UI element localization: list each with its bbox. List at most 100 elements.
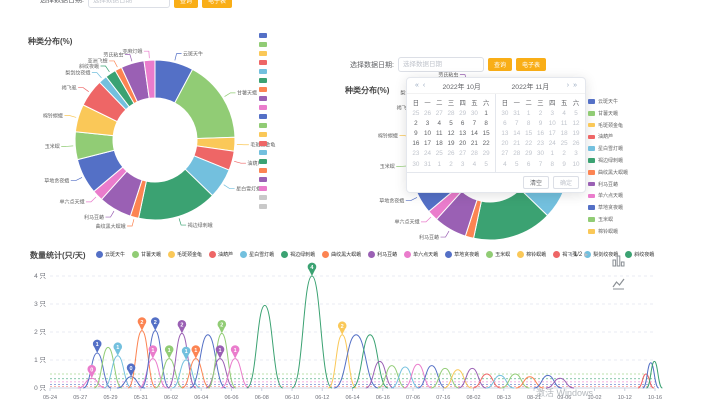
pie-slice-label: 梨剑纹夜蛾 [65,69,90,76]
calendar-day[interactable]: 14 [469,128,481,138]
calendar-day[interactable]: 16 [410,139,422,149]
legend-item[interactable]: 星白雪灯蛾 [240,251,274,258]
pie-slice-label: 单六点天蛾 [59,199,84,206]
line-series [403,363,433,389]
legend-swatch[interactable] [259,177,267,182]
legend-swatch[interactable] [259,204,267,209]
next-year-icon[interactable]: » [571,82,579,89]
legend-item[interactable]: 曲纹黑大螟蛾 [322,251,361,258]
legend-swatch[interactable] [259,123,267,128]
legend-item[interactable]: 棉铃螟蛾 [517,251,546,258]
calendar-day[interactable]: 4 [433,118,445,128]
legend-swatch[interactable] [259,141,267,146]
calendar-day[interactable]: 20 [457,139,469,149]
calendar-day[interactable]: 11 [433,128,445,138]
calendar-month-october: 日一二三四五六 25 26 27 28 29 30 1 2 3 4 5 6 7 8 9 10 11 12 13 14 15… [407,94,496,173]
x-axis-tick: 10-02 [587,395,601,401]
calendar-day[interactable]: 3 [422,118,434,128]
legend-item[interactable]: 油葫芦 [209,251,233,258]
export-button[interactable]: 电子表 [201,0,232,8]
legend-swatch[interactable] [259,195,267,200]
legend-item[interactable]: 云斑天牛 [588,98,628,105]
legend-label: 利马豆蝽 [598,181,619,188]
calendar-day[interactable]: 12 [445,128,457,138]
legend-item[interactable]: 利马豆蝽 [368,251,397,258]
legend-swatch[interactable] [259,42,267,47]
legend-prev-icon[interactable]: ◀ [568,252,572,258]
legend-item[interactable]: 草地贪夜蛾 [445,251,479,258]
calendar-day[interactable]: 8 [480,118,492,128]
legend-item[interactable]: 玉米螟 [588,216,628,223]
prev-year-icon[interactable]: « [413,82,421,89]
legend-swatch[interactable] [259,105,267,110]
calendar-day[interactable]: 1 [480,108,492,118]
legend-item[interactable]: 单六点天蛾 [404,251,438,258]
calendar-day[interactable]: 6 [457,118,469,128]
legend-item[interactable]: 星白雪灯蛾 [588,145,628,152]
calendar-day[interactable]: 19 [445,139,457,149]
calendar-day: 12 [572,119,580,127]
legend-item[interactable]: 棉铃螟蛾 [588,228,628,235]
legend-item[interactable]: 草地贪夜蛾 [588,204,628,211]
legend-swatch[interactable] [259,87,267,92]
calendar-day[interactable]: 2 [410,118,422,128]
legend-swatch[interactable] [259,150,267,155]
date-input[interactable] [87,0,170,8]
calendar-day[interactable]: 22 [480,139,492,149]
legend-item[interactable]: 褐边绿刺蛾 [588,157,628,164]
calendar-day[interactable]: 18 [433,139,445,149]
legend-item[interactable]: 毛斑颈金龟 [588,122,628,129]
legend-label: 利马豆蝽 [377,252,398,258]
legend-swatch[interactable] [259,51,267,56]
data-point-pin: 1 [230,345,240,359]
clear-button[interactable]: 清空 [522,176,549,190]
calendar-day: 25 [435,150,443,158]
legend-swatch[interactable] [259,114,267,119]
legend-swatch[interactable] [259,69,267,74]
legend-swatch[interactable] [259,159,267,164]
legend-item[interactable]: 曲纹黑大螟蛾 [588,169,628,176]
legend-swatch[interactable] [259,132,267,137]
calendar-day[interactable]: 9 [410,128,422,138]
line-series [189,334,227,389]
calendar-day[interactable]: 21 [469,139,481,149]
svg-text:1: 1 [96,342,99,348]
calendar-day[interactable]: 17 [422,139,434,149]
calendar-day[interactable]: 13 [457,128,469,138]
legend-item[interactable]: 油葫芦 [588,133,628,140]
legend-item[interactable]: 褐边绿刺蛾 [281,251,315,258]
legend-swatch[interactable] [259,168,267,173]
calendar-day[interactable]: 15 [480,128,492,138]
pie-slice-label: 草地贪夜蛾 [44,177,69,184]
legend-item[interactable]: 甘薯天蛾 [132,251,161,258]
legend-swatch [588,122,595,128]
calendar-day: 29 [459,109,467,117]
legend-item[interactable]: 玉米螟 [486,251,510,258]
calendar-day[interactable]: 7 [469,118,481,128]
legend-label: 单六点天蛾 [413,252,439,258]
right-pie-legend: 云斑天牛甘薯天蛾毛斑颈金龟油葫芦星白雪灯蛾褐边绿刺蛾曲纹黑大螟蛾 利马豆蝽单六点天… [588,98,628,235]
legend-item[interactable]: 甘薯天蛾 [588,110,628,117]
data-point-pin: 2 [217,320,227,334]
legend-item[interactable]: 毛斑颈金龟 [168,251,202,258]
legend-item[interactable]: 云斑天牛 [96,251,125,258]
calendar-day: 28 [470,150,478,158]
legend-item[interactable]: 斜纹夜蛾 [625,251,654,258]
legend-item[interactable]: 利马豆蝽 [588,181,628,188]
legend-swatch[interactable] [259,96,267,101]
y-axis-tick: 1 只 [34,356,46,364]
legend-swatch[interactable] [259,33,267,38]
calendar-day[interactable]: 10 [422,128,434,138]
legend-item[interactable]: 单六点天蛾 [588,192,628,199]
legend-dot [553,251,561,258]
legend-swatch[interactable] [259,78,267,83]
query-button[interactable]: 查询 [173,0,198,8]
legend-swatch[interactable] [259,60,267,65]
confirm-button[interactable]: 确定 [552,176,579,190]
legend-swatch[interactable] [259,186,267,191]
calendar-day: 13 [501,129,509,137]
calendar-day[interactable]: 5 [445,118,457,128]
legend-next-icon[interactable]: ▶ [584,252,588,258]
calendar-day: 1 [437,160,442,168]
calendar-day: 28 [447,109,455,117]
